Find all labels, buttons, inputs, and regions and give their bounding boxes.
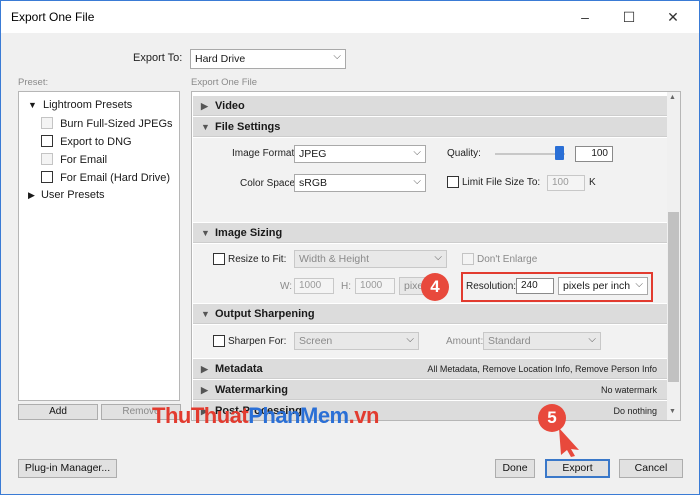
preset-checkbox[interactable] <box>41 153 53 165</box>
height-input[interactable]: 1000 <box>355 278 395 294</box>
minimize-button[interactable]: – <box>563 1 607 33</box>
resolution-unit-select[interactable]: pixels per inch ⌵ <box>558 277 648 295</box>
post-processing-summary: Do nothing <box>613 406 657 416</box>
expanded-triangle-icon: ▼ <box>201 228 210 238</box>
chevron-down-icon: ⌵ <box>413 147 421 158</box>
color-space-select[interactable]: sRGB ⌵ <box>294 174 426 192</box>
chevron-down-icon: ⌵ <box>333 51 341 62</box>
dont-enlarge-checkbox[interactable] <box>462 253 474 265</box>
collapsed-triangle-icon: ▶ <box>201 364 208 374</box>
height-label: H: <box>341 281 351 292</box>
title-bar: Export One File – ☐ ✕ <box>1 1 699 33</box>
preset-checkbox[interactable] <box>41 135 53 147</box>
limit-file-size-label: Limit File Size To: <box>462 177 541 188</box>
watermarking-summary: No watermark <box>600 385 657 395</box>
pointer-arrow-icon <box>559 428 579 457</box>
preset-group-user[interactable]: ▶ User Presets <box>28 189 105 201</box>
preset-item-for-email[interactable]: For Email <box>41 153 107 166</box>
scroll-thumb[interactable] <box>668 212 679 382</box>
sharpen-for-checkbox[interactable] <box>213 335 225 347</box>
plugin-manager-button[interactable]: Plug-in Manager... <box>18 459 117 478</box>
quality-input[interactable]: 100 <box>575 146 613 162</box>
collapsed-triangle-icon: ▶ <box>28 190 35 200</box>
resize-to-fit-label: Resize to Fit: <box>228 254 287 265</box>
export-dialog-window: Export One File – ☐ ✕ Export To: Hard Dr… <box>0 0 700 495</box>
amount-label: Amount: <box>446 336 484 347</box>
section-watermarking-header[interactable]: ▶ Watermarking No watermark <box>193 380 667 400</box>
add-preset-button[interactable]: Add <box>18 404 98 420</box>
step-4-callout: 4 <box>421 273 449 301</box>
chevron-down-icon: ⌵ <box>413 176 421 187</box>
resolution-input[interactable]: 240 <box>516 278 554 294</box>
limit-file-size-unit: K <box>589 177 596 188</box>
section-image-sizing-header[interactable]: ▼ Image Sizing <box>193 223 667 243</box>
preset-checkbox[interactable] <box>41 117 53 129</box>
export-to-select[interactable]: Hard Drive ⌵ <box>190 49 346 69</box>
quality-label: Quality: <box>447 148 481 159</box>
expanded-triangle-icon: ▼ <box>201 309 210 319</box>
width-label: W: <box>280 281 293 292</box>
preset-list: ▼ Lightroom Presets Burn Full-Sized JPEG… <box>18 91 180 401</box>
chevron-down-icon: ⌵ <box>635 279 643 290</box>
chevron-down-icon: ⌵ <box>434 252 442 263</box>
collapsed-triangle-icon: ▶ <box>201 385 208 395</box>
settings-scrollbar[interactable]: ▲ ▼ <box>667 92 680 420</box>
preset-heading: Preset: <box>18 77 49 88</box>
limit-file-size-input[interactable]: 100 <box>547 175 585 191</box>
resize-mode-select[interactable]: Width & Height ⌵ <box>294 250 447 268</box>
limit-file-size-checkbox[interactable] <box>447 176 459 188</box>
site-watermark: ThuThuatPhanMem.vn <box>152 403 379 428</box>
width-input[interactable]: 1000 <box>294 278 334 294</box>
cancel-button[interactable]: Cancel <box>619 459 683 478</box>
collapsed-triangle-icon: ▶ <box>201 101 208 111</box>
chevron-down-icon: ⌵ <box>588 334 596 345</box>
preset-item-burn-full-sized-jpegs[interactable]: Burn Full-Sized JPEGs <box>41 117 173 130</box>
scroll-up-icon[interactable]: ▲ <box>669 94 676 101</box>
expanded-triangle-icon: ▼ <box>201 122 210 132</box>
color-space-label: Color Space: <box>240 178 298 189</box>
metadata-summary: All Metadata, Remove Location Info, Remo… <box>427 364 657 374</box>
export-button[interactable]: Export <box>545 459 610 478</box>
scroll-down-icon[interactable]: ▼ <box>669 408 676 415</box>
close-button[interactable]: ✕ <box>651 1 695 33</box>
quality-slider-thumb[interactable] <box>555 146 564 160</box>
resize-to-fit-checkbox[interactable] <box>213 253 225 265</box>
image-format-select[interactable]: JPEG ⌵ <box>294 145 426 163</box>
dont-enlarge-label: Don't Enlarge <box>477 254 538 265</box>
section-output-sharpening-header[interactable]: ▼ Output Sharpening <box>193 304 667 324</box>
settings-heading: Export One File <box>191 77 257 88</box>
preset-item-export-to-dng[interactable]: Export to DNG <box>41 135 132 148</box>
chevron-down-icon: ⌵ <box>406 334 414 345</box>
expanded-triangle-icon: ▼ <box>28 100 37 110</box>
image-format-label: Image Format: <box>232 148 298 159</box>
window-title: Export One File <box>11 10 95 24</box>
maximize-button[interactable]: ☐ <box>607 1 651 33</box>
section-video-header[interactable]: ▶ Video <box>193 96 667 116</box>
preset-item-for-email-hard-drive[interactable]: For Email (Hard Drive) <box>41 171 170 184</box>
sharpen-for-select[interactable]: Screen ⌵ <box>294 332 419 350</box>
export-to-label: Export To: <box>133 52 183 64</box>
preset-checkbox[interactable] <box>41 171 53 183</box>
sharpen-for-label: Sharpen For: <box>228 336 287 347</box>
preset-group-lightroom[interactable]: ▼ Lightroom Presets <box>28 99 132 111</box>
section-file-settings-header[interactable]: ▼ File Settings <box>193 117 667 137</box>
section-metadata-header[interactable]: ▶ Metadata All Metadata, Remove Location … <box>193 359 667 379</box>
done-button[interactable]: Done <box>495 459 535 478</box>
amount-select[interactable]: Standard ⌵ <box>483 332 601 350</box>
resolution-label: Resolution: <box>466 281 517 292</box>
